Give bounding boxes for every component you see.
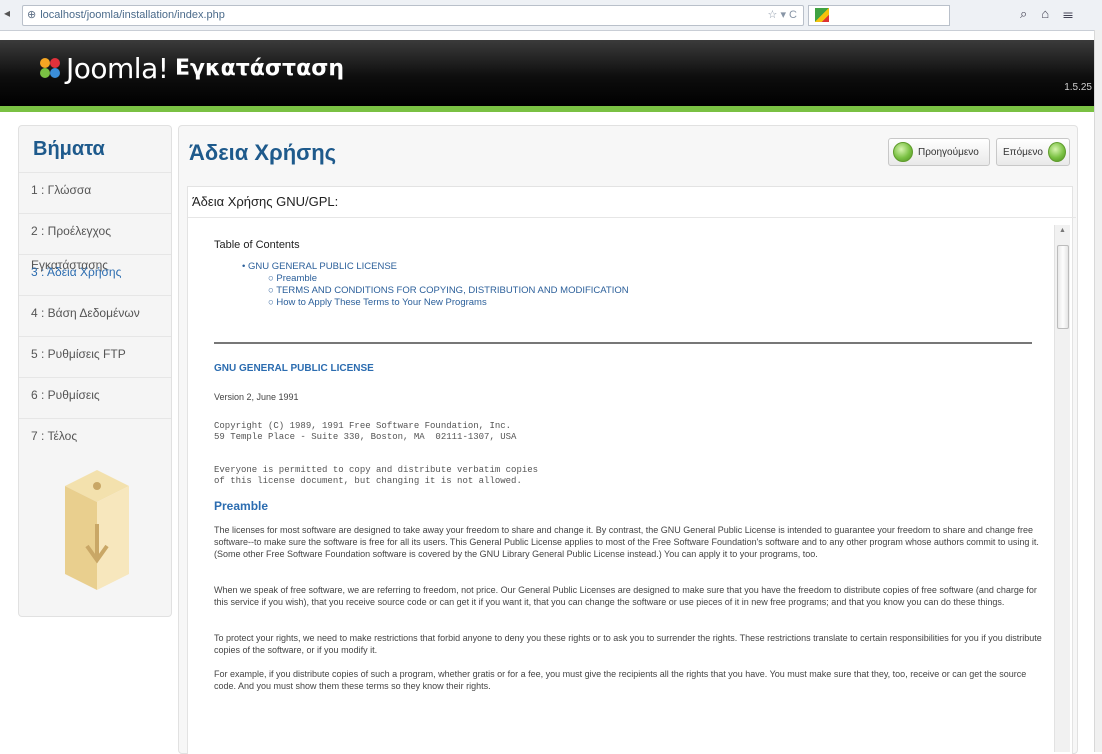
scrollbar-thumb[interactable] (1057, 245, 1069, 329)
preamble-paragraph-1: The licenses for most software are desig… (214, 525, 1039, 559)
globe-icon: ⊕ (27, 9, 37, 21)
steps-sidebar: Βήματα 1 : Γλώσσα 2 : Προέλεγχος Εγκατάσ… (18, 125, 172, 617)
step-database[interactable]: 4 : Βάση Δεδομένων (19, 295, 171, 336)
next-label: Επόμενο (1003, 146, 1043, 158)
toc-title: Table of Contents (214, 239, 300, 251)
previous-label: Προηγούμενο (918, 146, 979, 158)
table-of-contents: • GNU GENERAL PUBLIC LICENSE ○ Preamble … (214, 261, 1050, 309)
toolbar-icons[interactable]: ⌕⌂☰ (1020, 6, 1087, 22)
license-box-title: Άδεια Χρήσης GNU/GPL: (188, 187, 1076, 218)
install-box-icon (65, 470, 129, 590)
permission-line-1: Everyone is permitted to copy and distri… (214, 465, 539, 475)
back-icon[interactable]: ◂ (4, 6, 10, 20)
divider (214, 342, 1032, 344)
step-precheck[interactable]: 2 : Προέλεγχος Εγκατάστασης (19, 213, 171, 272)
search-input[interactable] (808, 5, 950, 26)
scroll-up-icon[interactable]: ▲ (1059, 227, 1066, 234)
joomla-header: Joomla! Εγκατάσταση 1.5.25 (0, 40, 1102, 112)
google-icon (815, 8, 829, 22)
next-icon (1047, 142, 1066, 162)
brand-name: Joomla! (66, 52, 169, 85)
step-language[interactable]: 1 : Γλώσσα (19, 172, 171, 213)
reload-icon[interactable]: ☆ ▾ C (768, 6, 797, 25)
copyright-line-2: 59 Temple Place - Suite 330, Boston, MA … (214, 432, 517, 442)
step-configuration[interactable]: 6 : Ρυθμίσεις (19, 377, 171, 418)
license-scrollbar[interactable]: ▲ (1054, 225, 1070, 752)
license-box: Άδεια Χρήσης GNU/GPL: Table of Contents … (187, 186, 1076, 754)
preamble-paragraph-3: To protect your rights, we need to make … (214, 633, 1042, 655)
preamble-paragraph-2: When we speak of free software, we are r… (214, 585, 1037, 607)
version-line: Version 2, June 1991 (214, 392, 299, 402)
previous-icon (893, 142, 913, 162)
version-label: 1.5.25 (1064, 82, 1092, 93)
license-document[interactable]: Table of Contents • GNU GENERAL PUBLIC L… (214, 239, 1050, 691)
address-bar[interactable]: ⊕ localhost/joomla/installation/index.php… (22, 5, 804, 26)
toc-link-how-to-apply[interactable]: ○ How to Apply These Terms to Your New P… (214, 297, 1050, 309)
preamble-paragraph-4: For example, if you distribute copies of… (214, 669, 1027, 691)
next-button[interactable]: Επόμενο (996, 138, 1070, 166)
joomla-logo-icon (40, 58, 60, 78)
page-title: Εγκατάσταση (175, 56, 344, 81)
window-scrollbar[interactable] (1094, 30, 1102, 752)
step-finish[interactable]: 7 : Τέλος (19, 418, 171, 459)
toc-link-gpl[interactable]: • GNU GENERAL PUBLIC LICENSE (214, 261, 1050, 273)
step-list: 1 : Γλώσσα 2 : Προέλεγχος Εγκατάστασης 3… (19, 172, 171, 459)
step-ftp[interactable]: 5 : Ρυθμίσεις FTP (19, 336, 171, 377)
preamble-heading: Preamble (214, 499, 269, 513)
section-title: Άδεια Χρήσης (189, 140, 337, 165)
step-license[interactable]: 3 : Άδεια Χρήσης (19, 254, 171, 295)
sidebar-title: Βήματα (33, 138, 105, 160)
toc-link-preamble[interactable]: ○ Preamble (214, 273, 1050, 285)
permission-line-2: of this license document, but changing i… (214, 476, 522, 486)
toc-link-terms[interactable]: ○ TERMS AND CONDITIONS FOR COPYING, DIST… (214, 285, 1050, 297)
address-url: localhost/joomla/installation/index.php (40, 9, 225, 21)
browser-toolbar: ◂ ⊕ localhost/joomla/installation/index.p… (0, 0, 1102, 31)
gpl-heading: GNU GENERAL PUBLIC LICENSE (214, 363, 374, 374)
main-panel: Άδεια Χρήσης Προηγούμενο Επόμενο Άδεια Χ… (178, 125, 1078, 754)
previous-button[interactable]: Προηγούμενο (888, 138, 990, 166)
copyright-line-1: Copyright (C) 1989, 1991 Free Software F… (214, 421, 512, 431)
